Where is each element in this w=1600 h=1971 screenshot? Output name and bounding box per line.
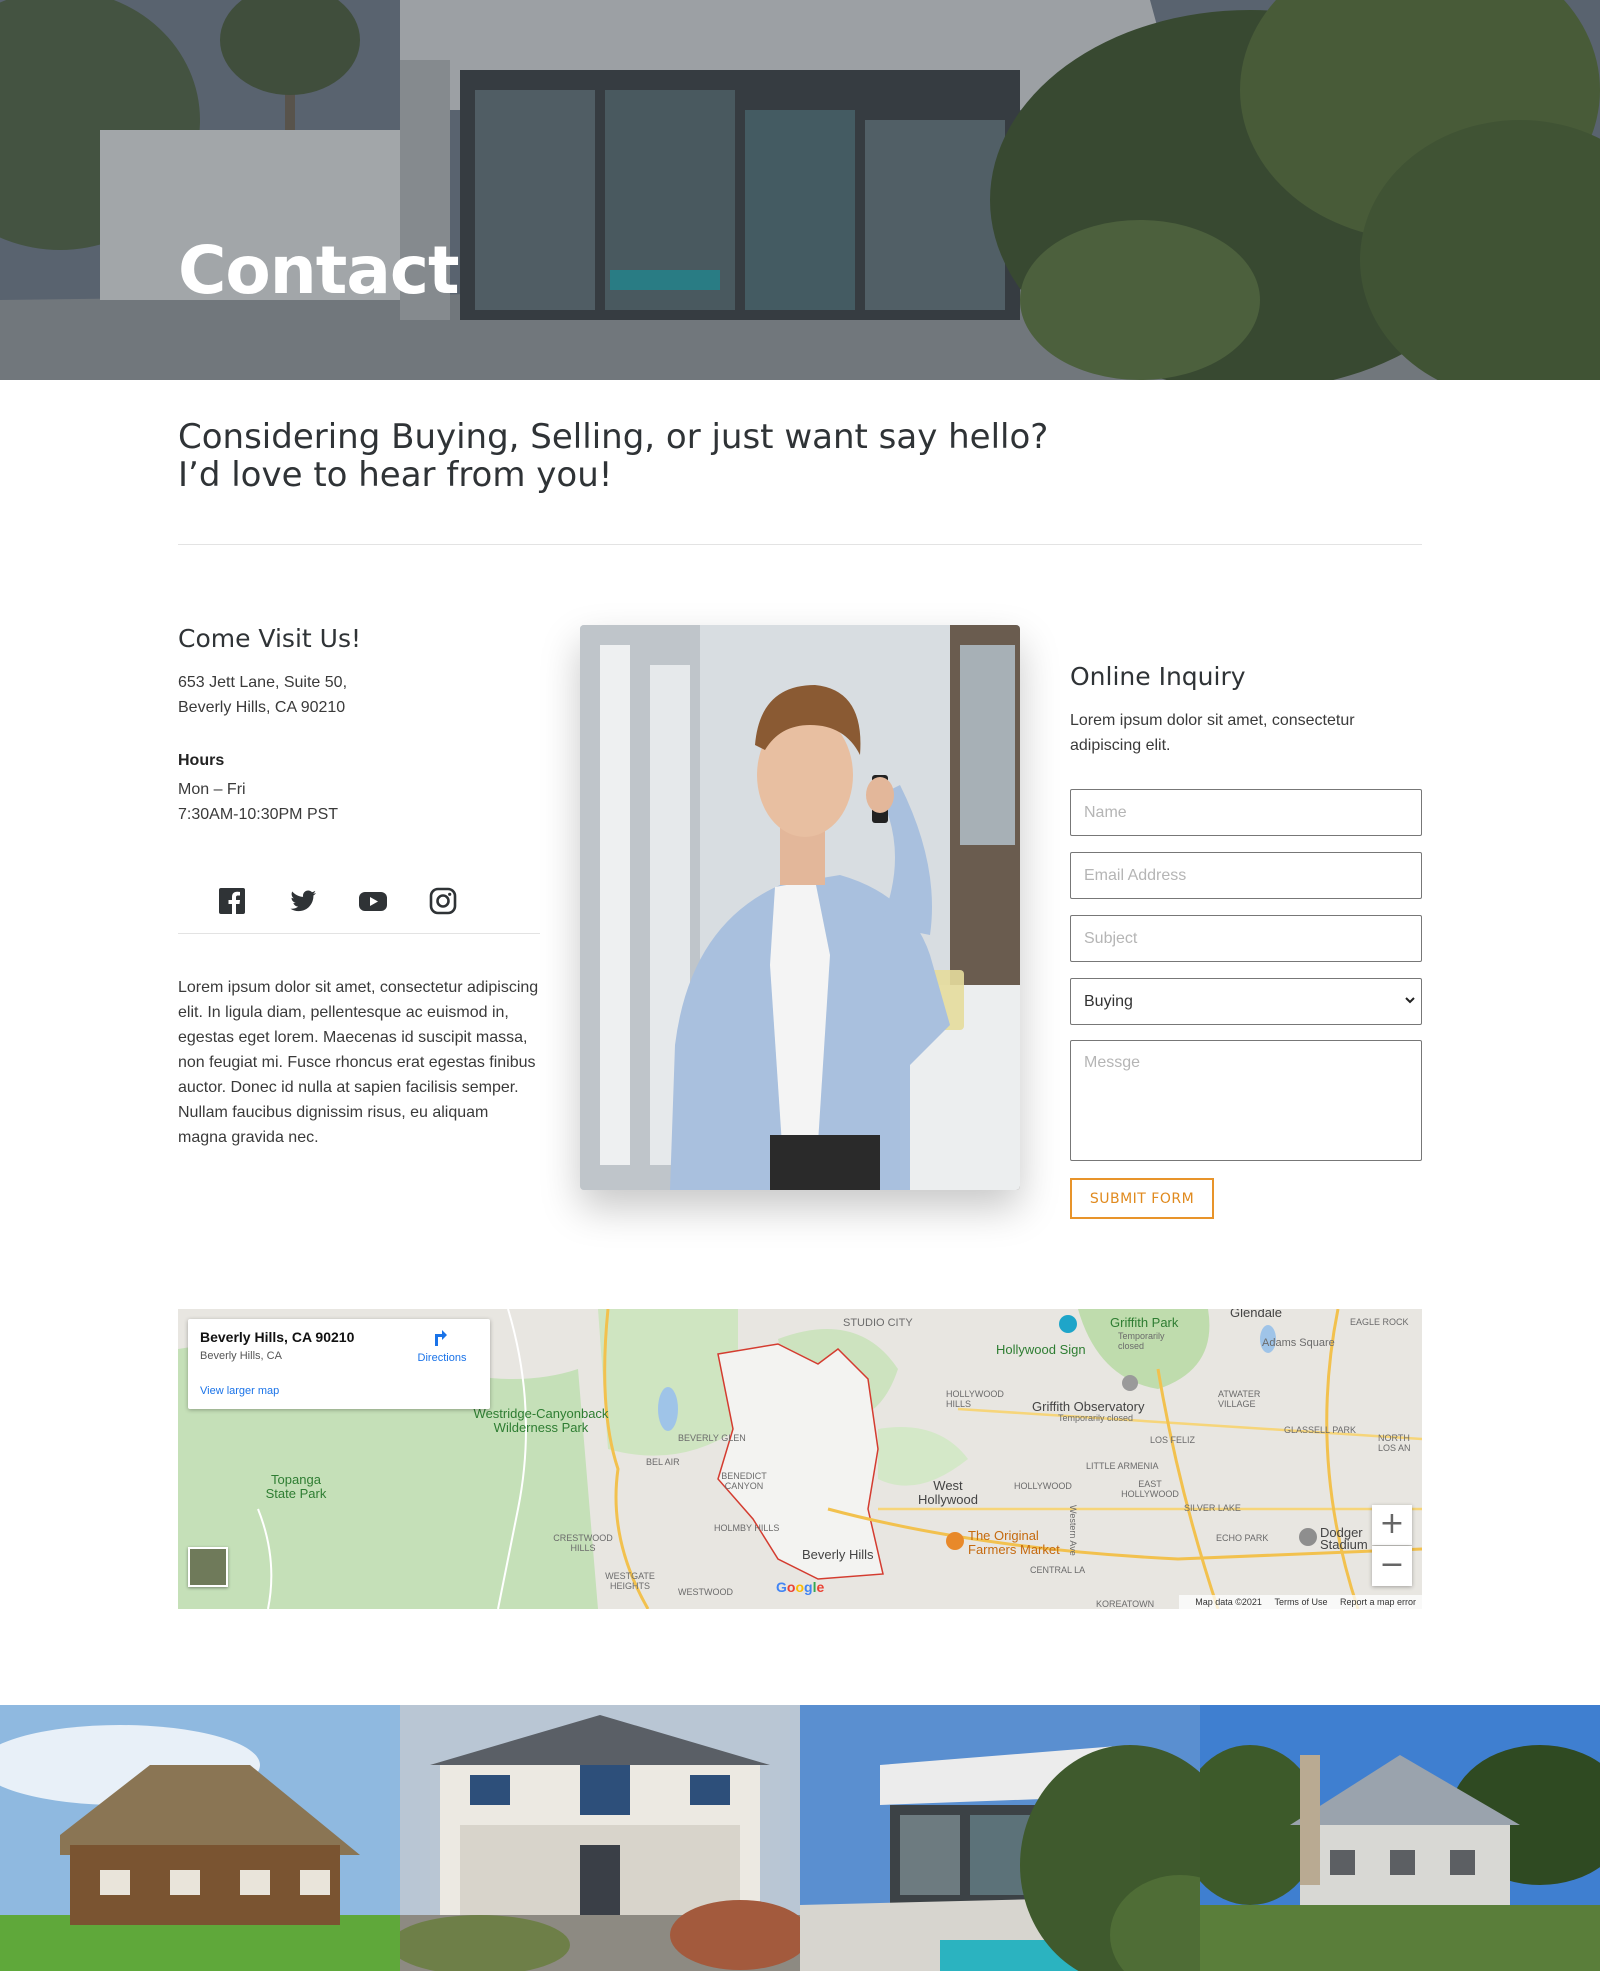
map-label: GLASSELL PARK: [1284, 1425, 1357, 1435]
gallery-image: [800, 1705, 1200, 1971]
map-label: HOLMBY HILLS: [714, 1523, 780, 1533]
bio-text: Lorem ipsum dolor sit amet, consectetur …: [178, 979, 539, 1146]
gallery-image: [400, 1705, 800, 1971]
map-footer: Map data ©2021 Terms of Use Report a map…: [1179, 1595, 1422, 1609]
map-label: ECHO PARK: [1216, 1533, 1269, 1543]
submit-button[interactable]: SUBMIT FORM: [1070, 1178, 1214, 1219]
map-label: Glendale: [1230, 1309, 1283, 1320]
inquiry-heading: Online Inquiry: [1070, 662, 1246, 691]
youtube-icon[interactable]: [358, 886, 388, 916]
gallery-image: [0, 1705, 400, 1971]
map-label: Topanga State Park: [265, 1472, 327, 1501]
terms-link[interactable]: Terms of Use: [1274, 1597, 1327, 1607]
house-gallery: [0, 1705, 1600, 1971]
map-label: CRESTWOOD HILLS: [553, 1533, 613, 1553]
twitter-icon[interactable]: [288, 886, 318, 916]
map-label: LOS FELIZ: [1150, 1435, 1196, 1445]
hours-days: Mon – Fri: [178, 781, 246, 798]
map-label: STUDIO CITY: [843, 1317, 913, 1329]
map-label: BENEDICT CANYON: [721, 1471, 767, 1491]
map-label: KOREATOWN: [1096, 1599, 1155, 1609]
map-label: ATWATER VILLAGE: [1218, 1389, 1261, 1409]
google-logo: Google: [776, 1579, 825, 1595]
map-label: EAGLE ROCK: [1350, 1317, 1409, 1327]
hero-banner: Contact: [0, 0, 1600, 380]
message-textarea[interactable]: [1070, 1040, 1422, 1161]
map-label: WESTWOOD: [678, 1587, 733, 1597]
view-larger-map-link[interactable]: View larger map: [200, 1385, 279, 1397]
address-line-2: Beverly Hills, CA 90210: [178, 699, 346, 716]
map-place-name: Beverly Hills, CA 90210: [200, 1329, 355, 1345]
report-error-link[interactable]: Report a map error: [1340, 1597, 1416, 1607]
map-label: NORTH LOS AN: [1378, 1433, 1411, 1453]
map-place-sub: Beverly Hills, CA: [200, 1350, 282, 1362]
map-label: BEL AIR: [646, 1457, 680, 1467]
agent-photo: [580, 625, 1020, 1190]
map-label: HOLLYWOOD HILLS: [946, 1389, 1004, 1409]
address-line-1: 653 Jett Lane, Suite 50,: [178, 674, 348, 691]
subject-input[interactable]: [1070, 915, 1422, 962]
chevron-down-icon: [1405, 997, 1415, 1004]
page-title: Contact: [178, 232, 460, 309]
map-label: SILVER LAKE: [1184, 1503, 1241, 1513]
map-label: LITTLE ARMENIA: [1086, 1461, 1159, 1471]
intro-line-1: Considering Buying, Selling, or just wan…: [178, 417, 1049, 457]
divider: [178, 544, 1422, 545]
hero-house-image: [0, 0, 1600, 380]
intro-line-2: I’d love to hear from you!: [178, 455, 613, 495]
map-label: BEVERLY GLEN: [678, 1433, 746, 1443]
topic-select[interactable]: Buying: [1070, 978, 1422, 1025]
map-label: WESTGATE HEIGHTS: [605, 1571, 655, 1591]
hours: Mon – Fri 7:30AM-10:30PM PST: [178, 777, 338, 827]
map-label: Western Ave: [1068, 1505, 1078, 1556]
email-input[interactable]: [1070, 852, 1422, 899]
instagram-icon[interactable]: [428, 886, 458, 916]
gallery-image: [1200, 1705, 1600, 1971]
map-place-card: Beverly Hills, CA 90210 Beverly Hills, C…: [188, 1319, 490, 1409]
map-data-text: Map data ©2021: [1195, 1597, 1262, 1607]
map-label: Westridge-Canyonback Wilderness Park: [473, 1406, 609, 1435]
map-label: West Hollywood: [918, 1478, 978, 1507]
map-label: Temporarily closed: [1118, 1331, 1165, 1351]
agent-photo-image: [580, 625, 1020, 1190]
map-label: EAST HOLLYWOOD: [1121, 1479, 1179, 1499]
visit-heading: Come Visit Us!: [178, 624, 361, 653]
directions-icon: [435, 1330, 447, 1346]
inquiry-description: Lorem ipsum dolor sit amet, consectetur …: [1070, 712, 1355, 754]
directions-button[interactable]: Directions: [412, 1327, 472, 1364]
facebook-icon[interactable]: [217, 886, 247, 916]
map-label: Griffith Observatory: [1032, 1399, 1145, 1414]
map-label: CENTRAL LA: [1030, 1565, 1086, 1575]
satellite-toggle[interactable]: [188, 1547, 228, 1587]
zoom-out-button[interactable]: −: [1372, 1546, 1412, 1586]
map-label: Hollywood Sign: [996, 1342, 1086, 1357]
map-label: HOLLYWOOD: [1014, 1481, 1072, 1491]
directions-label: Directions: [417, 1352, 467, 1364]
map-label: Adams Square: [1262, 1337, 1335, 1349]
social-links: [178, 880, 540, 934]
hours-heading: Hours: [178, 752, 225, 769]
name-input[interactable]: [1070, 789, 1422, 836]
address: 653 Jett Lane, Suite 50, Beverly Hills, …: [178, 670, 347, 720]
zoom-in-button[interactable]: +: [1372, 1505, 1412, 1545]
map-embed[interactable]: STUDIO CITY Griffith Park Glendale EAGLE…: [178, 1309, 1422, 1609]
map-label: Griffith Park: [1110, 1315, 1179, 1330]
hours-time: 7:30AM-10:30PM PST: [178, 806, 339, 823]
intro-heading: Considering Buying, Selling, or just wan…: [178, 418, 1178, 494]
map-label: Temporarily closed: [1058, 1413, 1134, 1423]
map-label: Beverly Hills: [802, 1547, 874, 1562]
